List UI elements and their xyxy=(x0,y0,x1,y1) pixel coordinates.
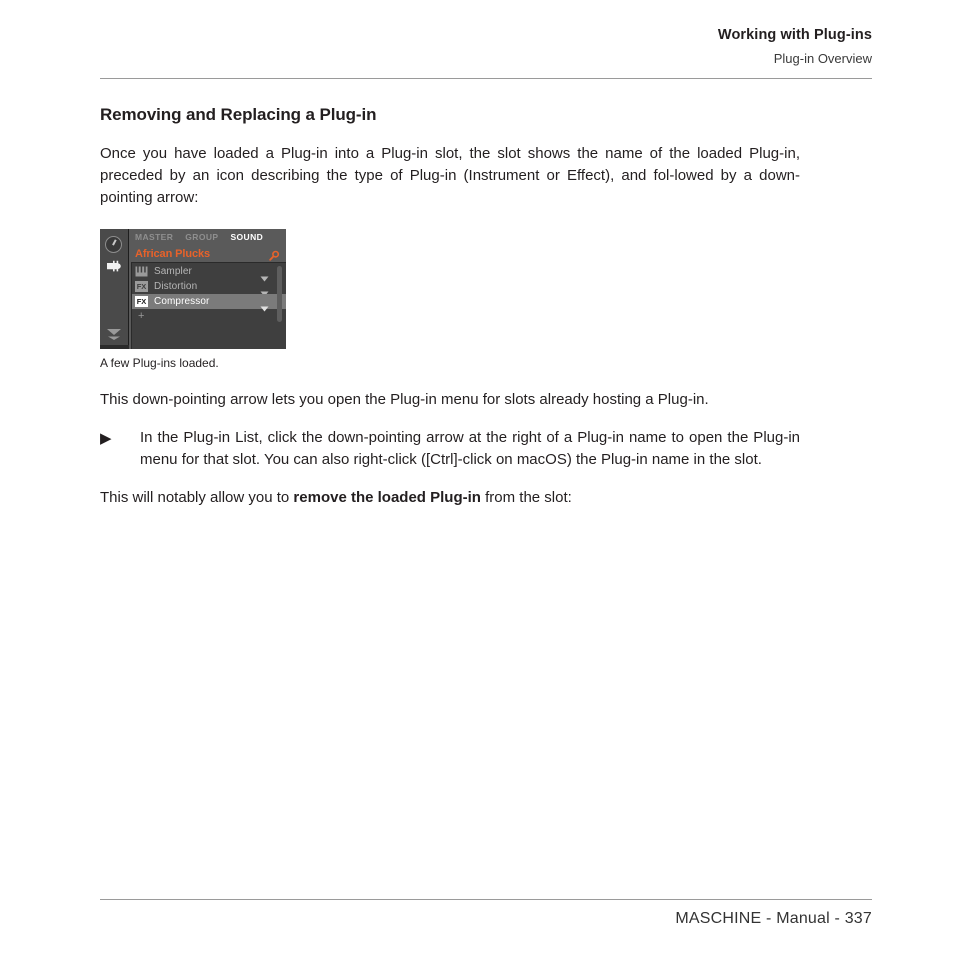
plug-icon[interactable] xyxy=(105,259,122,272)
panel-main: MASTER GROUP SOUND African Plucks Sample… xyxy=(129,229,286,350)
plugin-slot-label: Distortion xyxy=(154,281,198,293)
plugin-slot-label: Sampler xyxy=(154,266,192,278)
plugin-slot-row-selected[interactable]: FX Compressor xyxy=(132,294,286,312)
tab-group[interactable]: GROUP xyxy=(185,232,218,242)
chevron-down-icon[interactable] xyxy=(260,269,269,282)
plus-icon[interactable]: + xyxy=(138,311,144,322)
closing-paragraph: This will notably allow you to remove th… xyxy=(100,487,800,509)
header-divider xyxy=(100,78,872,79)
closing-text-before: This will notably allow you to xyxy=(100,489,294,507)
bullet-marker-icon: ▶ xyxy=(100,430,112,448)
page-footer: MASCHINE - Manual - 337 xyxy=(675,910,872,927)
running-header: Working with Plug-ins Plug-in Overview xyxy=(100,26,872,67)
instruction-bullet-text: In the Plug-in List, click the down-poin… xyxy=(140,429,800,469)
plugin-slot-list: Sampler FX Distortion FX Compressor + xyxy=(131,262,286,350)
keyboard-icon xyxy=(135,266,148,277)
intro-paragraph: Once you have loaded a Plug-in into a Pl… xyxy=(100,145,800,207)
plugin-list-scrollbar[interactable] xyxy=(277,266,282,323)
panel-tab-bar: MASTER GROUP SOUND xyxy=(129,229,286,246)
chevron-down-icon[interactable] xyxy=(260,284,269,297)
sound-name-label[interactable]: African Plucks xyxy=(135,248,210,260)
closing-text-after: from the slot: xyxy=(480,489,572,507)
fx-icon: FX xyxy=(135,281,148,293)
after-figure-paragraph: This down-pointing arrow lets you open t… xyxy=(100,391,709,409)
plugin-slot-label: Compressor xyxy=(154,296,210,308)
figure-caption: A few Plug-ins loaded. xyxy=(100,356,219,371)
figure-plugin-list: MASTER GROUP SOUND African Plucks Sample… xyxy=(100,229,800,371)
tab-sound[interactable]: SOUND xyxy=(230,232,263,242)
collapse-arrow-icon[interactable] xyxy=(106,327,122,341)
tab-master[interactable]: MASTER xyxy=(135,232,173,242)
sound-name-bar: African Plucks xyxy=(129,245,286,263)
panel-left-icon-strip xyxy=(100,229,129,346)
maschine-plugin-panel: MASTER GROUP SOUND African Plucks Sample… xyxy=(100,229,286,350)
chevron-down-icon[interactable] xyxy=(260,299,269,312)
footer-divider xyxy=(100,899,872,900)
instruction-bullet: ▶ In the Plug-in List, click the down-po… xyxy=(100,427,800,471)
page-content: Removing and Replacing a Plug-in Once yo… xyxy=(100,104,800,509)
knob-icon[interactable] xyxy=(105,236,122,254)
header-section-title: Plug-in Overview xyxy=(773,51,872,67)
magnifier-icon[interactable] xyxy=(269,248,280,261)
plugin-slot-row[interactable]: FX Distortion xyxy=(132,279,286,297)
page-title: Removing and Replacing a Plug-in xyxy=(100,105,377,124)
plugin-slot-row[interactable]: Sampler xyxy=(132,264,286,282)
closing-text-bold: remove the loaded Plug-in xyxy=(293,489,481,507)
header-chapter-title: Working with Plug-ins xyxy=(717,27,872,43)
fx-icon: FX xyxy=(135,296,148,308)
